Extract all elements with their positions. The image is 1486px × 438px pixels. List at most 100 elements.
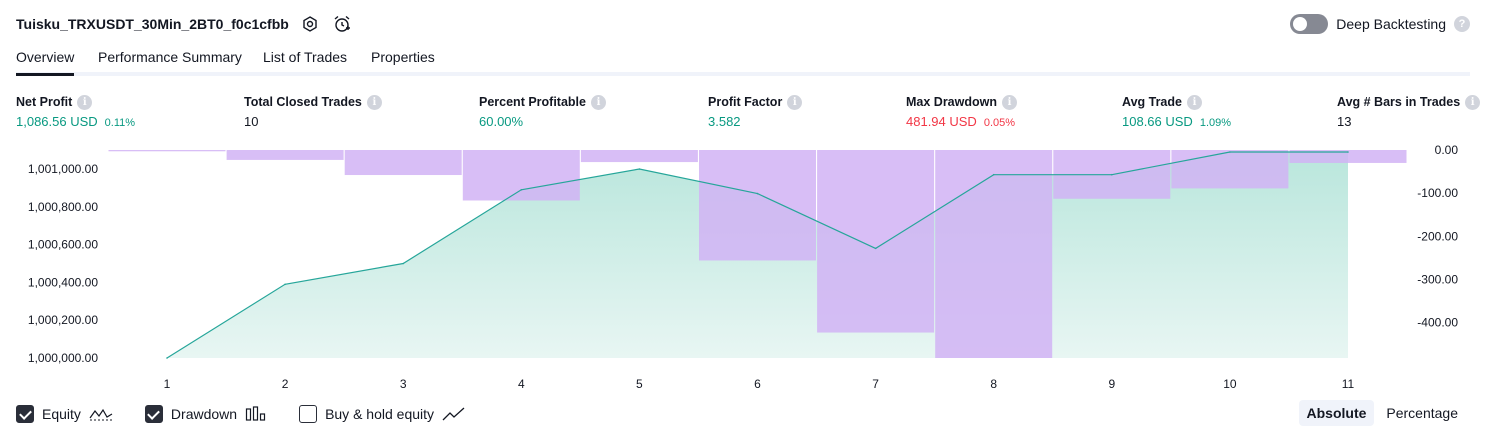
x-tick-label: 4 <box>518 377 525 391</box>
drawdown-bars-icon <box>245 406 266 421</box>
deep-backtesting-label: Deep Backtesting <box>1336 16 1446 32</box>
equity-point <box>1229 151 1231 153</box>
stat-avg-trade: Avg Trade i 108.66 USD 1.09% <box>1122 94 1231 129</box>
y-right-tick-label: -100.00 <box>1417 186 1458 200</box>
stat-percent: 0.11% <box>104 117 136 129</box>
stat-label: Avg Trade <box>1122 95 1182 109</box>
stat-percent: 1.09% <box>1199 117 1232 129</box>
legend-buy-hold[interactable]: Buy & hold equity <box>299 405 466 423</box>
deep-backtesting-control: Deep Backtesting ? <box>1290 12 1470 36</box>
buy-hold-checkbox[interactable] <box>299 405 318 423</box>
info-icon[interactable]: i <box>77 94 93 110</box>
y-left-tick-label: 1,000,800.00 <box>28 200 98 214</box>
equity-point <box>1347 151 1349 153</box>
drawdown-bar[interactable] <box>1171 150 1289 189</box>
absolute-button[interactable]: Absolute <box>1298 400 1375 426</box>
report-tabs: Overview Performance Summary List of Tra… <box>16 44 1470 76</box>
equity-point <box>638 168 641 170</box>
y-right-tick-label: -200.00 <box>1417 229 1458 243</box>
tab-overview[interactable]: Overview <box>16 49 75 76</box>
equity-point <box>166 357 168 359</box>
tab-properties[interactable]: Properties <box>371 49 435 76</box>
y-left-tick-label: 1,000,400.00 <box>28 275 98 289</box>
strategy-name: Tuisku_TRXUSDT_30Min_2BT0_f0c1cfbb <box>16 16 289 32</box>
equity-point <box>756 192 759 195</box>
drawdown-bar[interactable] <box>108 150 226 152</box>
drawdown-bar[interactable] <box>699 150 816 261</box>
x-tick-label: 11 <box>1342 377 1355 391</box>
stat-label: Net Profit <box>16 95 73 109</box>
stat-value: 108.66 USD <box>1122 114 1193 129</box>
info-icon[interactable]: i <box>590 94 606 110</box>
x-tick-label: 6 <box>754 377 761 391</box>
strategy-header: Tuisku_TRXUSDT_30Min_2BT0_f0c1cfbb <box>16 12 353 36</box>
stat-label: Profit Factor <box>708 95 783 109</box>
x-tick-label: 7 <box>872 377 879 391</box>
info-icon[interactable]: i <box>787 94 803 110</box>
stat-net-profit: Net Profit i 1,086.56 USD 0.11% <box>16 94 135 129</box>
legend-label: Drawdown <box>170 406 238 422</box>
equity-point <box>1111 173 1113 176</box>
stat-total-closed-trades: Total Closed Trades i 10 <box>244 94 382 129</box>
info-icon[interactable]: i <box>366 94 382 110</box>
stat-label: Total Closed Trades <box>244 95 362 109</box>
stat-label: Max Drawdown <box>906 95 997 109</box>
tab-list-of-trades[interactable]: List of Trades <box>263 49 347 76</box>
drawdown-bar[interactable] <box>817 150 935 333</box>
x-tick-label: 8 <box>990 377 997 391</box>
stat-percent-profitable: Percent Profitable i 60.00% <box>479 94 606 129</box>
legend-equity[interactable]: Equity <box>16 405 113 423</box>
drawdown-checkbox[interactable] <box>144 405 163 423</box>
stat-value: 60.00% <box>479 114 524 129</box>
x-tick-label: 5 <box>636 377 643 391</box>
y-left-tick-label: 1,000,000.00 <box>28 351 98 365</box>
value-mode-switch: Absolute Percentage <box>1298 400 1467 426</box>
legend-drawdown[interactable]: Drawdown <box>144 405 267 423</box>
stat-max-drawdown: Max Drawdown i 481.94 USD 0.05% <box>906 94 1017 129</box>
x-tick-label: 3 <box>400 377 407 391</box>
drawdown-bar[interactable] <box>580 150 698 163</box>
stat-value: 3.582 <box>708 114 741 129</box>
stat-value: 10 <box>244 114 259 129</box>
equity-checkbox[interactable] <box>16 405 34 423</box>
y-right-tick-label: 0.00 <box>1435 143 1459 157</box>
question-mark-icon[interactable]: ? <box>1454 16 1470 32</box>
stat-percent: 0.05% <box>983 117 1016 129</box>
y-left-tick-label: 1,000,600.00 <box>28 238 98 252</box>
drawdown-bar[interactable] <box>344 150 462 176</box>
drawdown-bar[interactable] <box>226 150 344 160</box>
buy-hold-line-icon <box>442 407 465 421</box>
x-tick-label: 9 <box>1108 377 1115 391</box>
equity-drawdown-chart: 1,001,000.00 1,000,800.00 1,000,600.00 1,00… <box>0 140 1486 395</box>
stat-value: 1,086.56 USD <box>16 114 98 129</box>
equity-point <box>402 262 405 265</box>
equity-point <box>520 188 523 191</box>
stat-value: 13 <box>1337 114 1352 129</box>
drawdown-bar[interactable] <box>935 150 1053 358</box>
stat-label: Avg # Bars in Trades <box>1337 95 1461 109</box>
drawdown-bar[interactable] <box>462 150 580 201</box>
stat-profit-factor: Profit Factor i 3.582 <box>708 94 803 129</box>
equity-point <box>992 173 995 176</box>
x-tick-label: 1 <box>164 377 171 391</box>
equity-point <box>284 283 286 286</box>
stat-avg-bars-in-trades: Avg # Bars in Trades i 13 <box>1337 94 1481 129</box>
stat-label: Percent Profitable <box>479 95 586 109</box>
deep-backtesting-toggle[interactable] <box>1290 14 1329 34</box>
alarm-clock-icon[interactable] <box>331 13 353 35</box>
percentage-button[interactable]: Percentage <box>1378 400 1466 426</box>
gear-icon[interactable] <box>299 13 321 35</box>
x-tick-label: 2 <box>282 377 289 391</box>
stat-value: 481.94 USD <box>906 114 977 129</box>
tab-performance-summary[interactable]: Performance Summary <box>98 49 242 76</box>
info-icon[interactable]: i <box>1465 94 1481 110</box>
equity-wave-icon <box>89 408 113 421</box>
chart-canvas: 1,001,000.00 1,000,800.00 1,000,600.00 1,00… <box>28 143 1459 391</box>
y-right-tick-label: -400.00 <box>1417 316 1458 330</box>
equity-point <box>874 247 877 250</box>
y-left-tick-label: 1,001,000.00 <box>28 162 98 176</box>
chart-legend: Equity Drawdown Buy & hold equity <box>16 404 498 424</box>
x-tick-label: 10 <box>1223 377 1237 391</box>
info-icon[interactable]: i <box>1186 94 1202 110</box>
info-icon[interactable]: i <box>1002 94 1017 110</box>
